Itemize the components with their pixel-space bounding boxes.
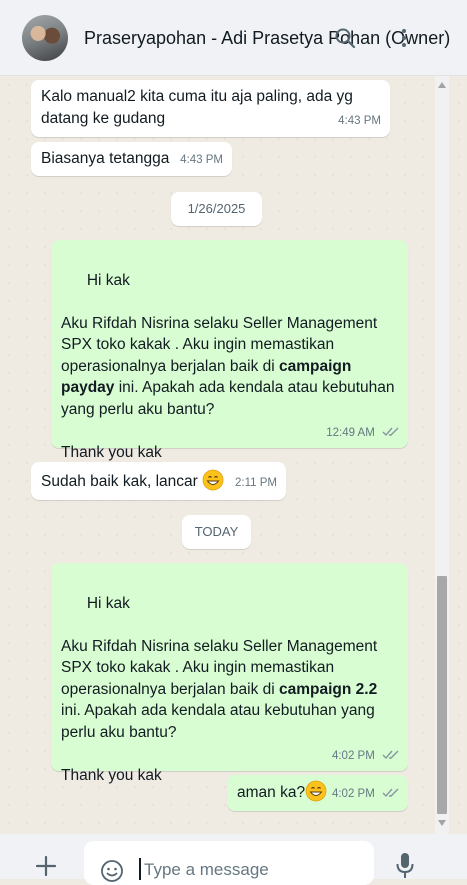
message-text: ini. Apakah ada kendala atau kebutuhan y… [61,702,375,741]
chat-scrollbar[interactable] [435,76,449,834]
grinning-face-emoji [305,780,327,802]
message-text: aman ka? [237,784,306,801]
message-greeting: Hi kak [86,271,130,289]
date-divider: 1/26/2025 [171,192,262,226]
message-input-placeholder: Type a message [144,860,269,879]
message-composer: Type a message [0,834,467,885]
message-time: 4:02 PM [331,787,375,800]
message-outgoing[interactable]: Hi kak Aku Rifdah Nisrina selaku Seller … [51,563,408,784]
message-list[interactable]: Kalo manual2 kita cuma itu aja paling, a… [0,76,467,834]
message-time: 2:11 PM [235,476,277,489]
read-ticks-icon [382,427,399,436]
text-caret [139,858,141,880]
message-outgoing[interactable]: aman ka? 4:02 PM [227,775,408,811]
message-bold-text: campaign 2.2 [279,680,378,698]
message-outgoing[interactable]: Hi kak Aku Rifdah Nisrina selaku Seller … [51,240,408,461]
grinning-face-emoji [202,469,224,491]
message-incoming[interactable]: Kalo manual2 kita cuma itu aja paling, a… [31,80,390,137]
message-time-status: 12:49 AM [326,423,400,445]
contact-avatar[interactable] [22,15,68,61]
message-input[interactable]: Type a message [84,841,374,885]
read-ticks-icon [382,788,399,797]
mic-icon[interactable] [395,852,415,880]
message-incoming[interactable]: Biasanya tetangga 4:43 PM [31,142,232,176]
message-text: Sudah baik kak, lancar [41,473,198,490]
message-text: Biasanya tetangga [41,150,170,167]
message-incoming[interactable]: Sudah baik kak, lancar 2:11 PM [31,462,286,500]
message-closing: Thank you kak [61,443,162,461]
scroll-up-arrow-icon[interactable] [438,82,446,88]
message-time: 12:49 AM [326,426,375,439]
message-time-status: 4:02 PM [332,784,400,806]
scroll-down-arrow-icon[interactable] [438,820,446,826]
message-greeting: Hi kak [86,594,130,612]
scroll-thumb[interactable] [437,576,447,814]
emoji-icon[interactable] [100,859,124,883]
message-time-status: 4:02 PM [332,746,400,768]
read-ticks-icon [382,750,399,759]
message-closing: Thank you kak [61,766,162,784]
message-time: 4:02 PM [331,749,375,762]
chat-header[interactable]: Praseryapohan - Adi Prasetya Pohan (Owne… [0,0,467,76]
message-time: 4:43 PM [180,153,223,166]
date-divider: TODAY [182,515,251,549]
message-text: Kalo manual2 kita cuma itu aja paling, a… [41,88,353,127]
search-icon[interactable] [333,26,357,50]
plus-icon[interactable] [34,854,58,878]
message-time: 4:43 PM [338,114,381,127]
kebab-menu-icon[interactable] [392,26,416,50]
